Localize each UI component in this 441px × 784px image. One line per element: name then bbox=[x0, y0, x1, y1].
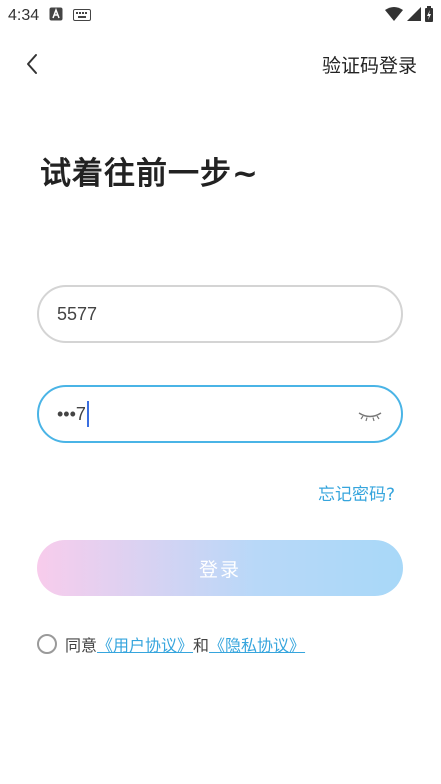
notification-app-icon bbox=[49, 7, 63, 25]
page-title: 试着往前一步~ bbox=[40, 156, 259, 192]
password-input-value: •••7 bbox=[57, 403, 86, 424]
keyboard-icon bbox=[73, 7, 92, 25]
status-right bbox=[385, 6, 433, 26]
wifi-icon bbox=[385, 7, 403, 25]
privacy-policy-link[interactable]: 《隐私协议》 bbox=[209, 632, 305, 656]
nav-bar: 验证码登录 bbox=[0, 44, 441, 84]
battery-icon bbox=[425, 6, 433, 26]
agreement-row: 同意 《用户协议》 和 《隐私协议》 bbox=[37, 632, 305, 656]
account-input-value: 5577 bbox=[57, 303, 98, 324]
account-input[interactable]: 5577 bbox=[37, 285, 403, 343]
eye-closed-icon bbox=[358, 412, 382, 422]
status-bar: 4:34 bbox=[0, 0, 441, 32]
user-agreement-link[interactable]: 《用户协议》 bbox=[97, 632, 193, 656]
signal-icon bbox=[407, 7, 421, 25]
agree-checkbox[interactable] bbox=[37, 634, 57, 654]
sms-login-link[interactable]: 验证码登录 bbox=[322, 51, 417, 78]
login-button[interactable]: 登录 bbox=[37, 540, 403, 596]
forgot-password-link[interactable]: 忘记密码? bbox=[318, 480, 395, 505]
status-time: 4:34 bbox=[8, 7, 40, 24]
password-input[interactable]: •••7 bbox=[37, 385, 403, 443]
agreement-and: 和 bbox=[193, 636, 210, 655]
status-left: 4:34 bbox=[8, 7, 92, 25]
text-caret bbox=[86, 401, 89, 427]
toggle-password-visibility-button[interactable] bbox=[357, 404, 383, 426]
agreement-prefix: 同意 bbox=[65, 636, 98, 655]
back-button[interactable] bbox=[14, 46, 50, 82]
chevron-left-icon bbox=[27, 54, 37, 74]
